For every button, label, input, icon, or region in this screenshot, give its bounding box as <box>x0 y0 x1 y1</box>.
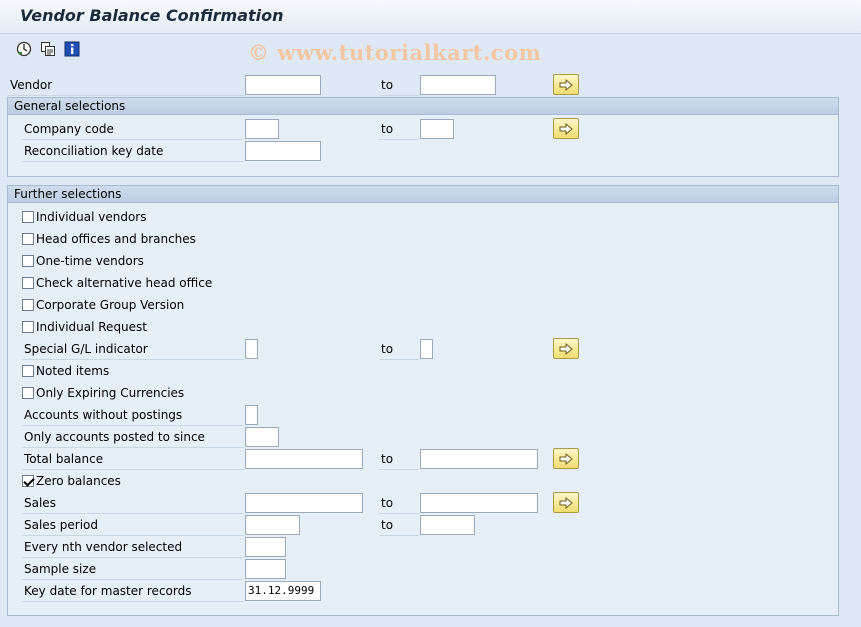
total-balance-multiple-selection-button[interactable] <box>553 448 579 469</box>
head-offices-option[interactable]: Head offices and branches <box>22 228 196 250</box>
sample-size-input[interactable] <box>245 559 286 579</box>
special-gl-to-label: to <box>379 338 419 360</box>
individual-request-checkbox[interactable] <box>22 321 34 333</box>
one-time-vendors-checkbox[interactable] <box>22 255 34 267</box>
only-accounts-posted-since-input[interactable] <box>245 427 279 447</box>
accounts-without-postings-input[interactable] <box>245 405 258 425</box>
company-code-to-input[interactable] <box>420 119 454 139</box>
noted-items-checkbox[interactable] <box>22 365 34 377</box>
vendor-to-input[interactable] <box>420 75 496 95</box>
general-selections-title: General selections <box>8 98 838 115</box>
check-alternative-head-office-option[interactable]: Check alternative head office <box>22 272 212 294</box>
special-gl-multiple-selection-button[interactable] <box>553 338 579 359</box>
variants-icon[interactable] <box>38 39 58 59</box>
check-alternative-head-office-label: Check alternative head office <box>36 276 213 290</box>
noted-items-label: Noted items <box>36 364 110 378</box>
one-time-vendors-option[interactable]: One-time vendors <box>22 250 144 272</box>
head-offices-label: Head offices and branches <box>36 232 196 246</box>
vendor-label: Vendor <box>8 74 244 96</box>
watermark: © www.tutorialkart.com <box>248 40 542 65</box>
vendor-multiple-selection-button[interactable] <box>553 74 579 95</box>
sales-label: Sales <box>22 492 244 514</box>
company-code-to-label: to <box>379 118 419 140</box>
individual-request-label: Individual Request <box>36 320 147 334</box>
arrow-right-icon <box>559 122 573 135</box>
special-gl-indicator-label: Special G/L indicator <box>22 338 244 360</box>
accounts-without-postings-label: Accounts without postings <box>22 404 244 426</box>
arrow-right-icon <box>559 342 573 355</box>
check-alternative-head-office-checkbox[interactable] <box>22 277 34 289</box>
sales-to-input[interactable] <box>420 493 538 513</box>
individual-vendors-label: Individual vendors <box>36 210 147 224</box>
every-nth-vendor-label: Every nth vendor selected <box>22 536 244 558</box>
key-date-master-records-label: Key date for master records <box>22 580 244 602</box>
sales-period-to-input[interactable] <box>420 515 475 535</box>
only-expiring-currencies-label: Only Expiring Currencies <box>36 386 185 400</box>
corporate-group-version-checkbox[interactable] <box>22 299 34 311</box>
arrow-right-icon <box>559 496 573 509</box>
head-offices-checkbox[interactable] <box>22 233 34 245</box>
title-bar: Vendor Balance Confirmation <box>0 0 861 34</box>
zero-balances-label: Zero balances <box>36 474 121 488</box>
only-accounts-posted-since-label: Only accounts posted to since <box>22 426 244 448</box>
sample-size-label: Sample size <box>22 558 244 580</box>
corporate-group-version-option[interactable]: Corporate Group Version <box>22 294 184 316</box>
company-code-label: Company code <box>22 118 244 140</box>
further-selections-title: Further selections <box>8 186 838 203</box>
reconciliation-key-date-label: Reconciliation key date <box>22 140 244 162</box>
only-expiring-currencies-checkbox[interactable] <box>22 387 34 399</box>
zero-balances-checkbox[interactable] <box>22 475 34 487</box>
total-balance-to-input[interactable] <box>420 449 538 469</box>
arrow-right-icon <box>559 78 573 91</box>
sales-period-label: Sales period <box>22 514 244 536</box>
corporate-group-version-label: Corporate Group Version <box>36 298 185 312</box>
sales-period-to-label: to <box>379 514 419 536</box>
total-balance-label: Total balance <box>22 448 244 470</box>
total-balance-from-input[interactable] <box>245 449 363 469</box>
company-code-from-input[interactable] <box>245 119 279 139</box>
sales-from-input[interactable] <box>245 493 363 513</box>
zero-balances-option[interactable]: Zero balances <box>22 470 121 492</box>
special-gl-to-input[interactable] <box>420 339 433 359</box>
sales-to-label: to <box>379 492 419 514</box>
individual-request-option[interactable]: Individual Request <box>22 316 147 338</box>
page-title: Vendor Balance Confirmation <box>20 6 284 25</box>
key-date-master-records-input[interactable]: 31.12.9999 <box>245 581 321 601</box>
individual-vendors-checkbox[interactable] <box>22 211 34 223</box>
reconciliation-key-date-input[interactable] <box>245 141 321 161</box>
every-nth-vendor-input[interactable] <box>245 537 286 557</box>
sales-multiple-selection-button[interactable] <box>553 492 579 513</box>
noted-items-option[interactable]: Noted items <box>22 360 109 382</box>
total-balance-to-label: to <box>379 448 419 470</box>
vendor-to-label: to <box>379 74 419 96</box>
vendor-from-input[interactable] <box>245 75 321 95</box>
company-code-multiple-selection-button[interactable] <box>553 118 579 139</box>
only-expiring-currencies-option[interactable]: Only Expiring Currencies <box>22 382 184 404</box>
special-gl-from-input[interactable] <box>245 339 258 359</box>
sales-period-from-input[interactable] <box>245 515 300 535</box>
execute-icon[interactable] <box>14 39 34 59</box>
info-icon[interactable] <box>62 39 82 59</box>
arrow-right-icon <box>559 452 573 465</box>
individual-vendors-option[interactable]: Individual vendors <box>22 206 147 228</box>
one-time-vendors-label: One-time vendors <box>36 254 144 268</box>
